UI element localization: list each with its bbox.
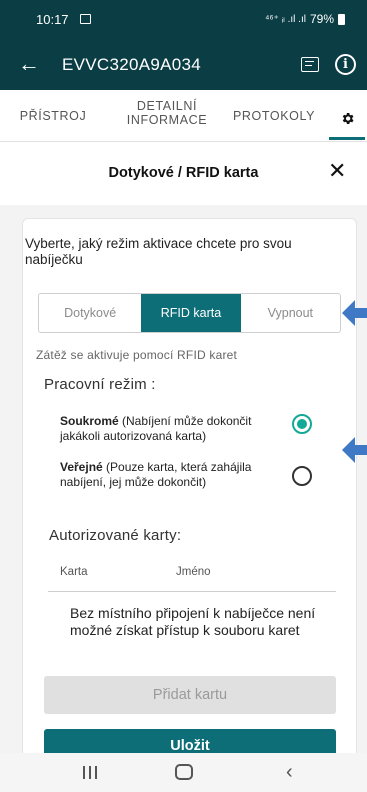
arrow-left-icon[interactable]: ← (18, 52, 40, 76)
option-private[interactable]: Soukromé (Nabíjení může dokončit jakákol… (60, 414, 290, 444)
status-indicators: ⁴⁶⁺ ᵢₗ .ıl .ıl 79% (265, 12, 345, 26)
battery-percent: 79% (309, 12, 334, 26)
option-private-title: Soukromé (60, 414, 119, 428)
battery-icon (338, 13, 345, 25)
activation-mode-selector: Dotykové RFID karta Vypnout (38, 293, 341, 333)
divider (48, 591, 336, 592)
annotation-arrow-icon (342, 300, 367, 326)
radio-public[interactable] (292, 466, 312, 486)
sheet-header: Dotykové / RFID karta ✕ (0, 143, 367, 205)
tab-bar: PŘÍSTROJ DETAILNÍ INFORMACE PROTOKOLY (0, 90, 367, 142)
segment-rfid-karta[interactable]: RFID karta (141, 294, 241, 332)
signal-icon: ⁴⁶⁺ ᵢₗ .ıl .ıl (265, 13, 306, 25)
add-card-button[interactable]: Přidat kartu (44, 676, 336, 714)
system-nav-bar: ‹ (0, 753, 367, 792)
device-title: EVVC320A9A034 (62, 55, 202, 74)
tab-label-line2: INFORMACE (126, 113, 208, 127)
gallery-notification-icon (80, 14, 91, 24)
annotation-arrow-icon (342, 437, 367, 463)
option-public[interactable]: Veřejné (Pouze karta, která zahájila nab… (60, 460, 290, 490)
tab-protokoly[interactable]: PROTOKOLY (232, 109, 316, 123)
tab-pristroj[interactable]: PŘÍSTROJ (14, 109, 92, 123)
mode-hint: Zátěž se aktivuje pomocí RFID karet (36, 348, 238, 362)
close-icon[interactable]: ✕ (328, 159, 346, 183)
segment-vypnout[interactable]: Vypnout (241, 294, 340, 332)
segment-dotykove[interactable]: Dotykové (39, 294, 141, 332)
app-bar: ← EVVC320A9A034 i (0, 40, 367, 90)
tab-detailni-informace[interactable]: DETAILNÍ INFORMACE (118, 99, 216, 127)
back-icon[interactable]: ‹ (286, 761, 293, 784)
column-card: Karta (60, 566, 88, 578)
info-icon[interactable]: i (335, 54, 356, 75)
authorized-cards-title: Autorizované karty: (49, 527, 182, 544)
work-mode-label: Pracovní režim : (44, 376, 156, 393)
column-name: Jméno (176, 566, 211, 578)
tab-label-line1: DETAILNÍ (136, 99, 198, 113)
active-tab-indicator (329, 137, 365, 140)
sheet-title: Dotykové / RFID karta (108, 165, 259, 181)
document-icon[interactable] (301, 57, 319, 72)
intro-text: Vyberte, jaký režim aktivace chcete pro … (25, 236, 292, 267)
gear-icon (342, 113, 354, 124)
radio-private[interactable] (292, 414, 312, 434)
status-bar: 10:17 ⁴⁶⁺ ᵢₗ .ıl .ıl 79% (0, 0, 367, 40)
tab-settings[interactable] (327, 103, 365, 140)
option-public-title: Veřejné (60, 460, 103, 474)
status-time: 10:17 (36, 12, 69, 27)
no-cards-message: Bez místního připojení k nabíječce není … (70, 605, 316, 638)
recent-apps-icon[interactable] (83, 766, 97, 779)
home-icon[interactable] (175, 764, 193, 780)
